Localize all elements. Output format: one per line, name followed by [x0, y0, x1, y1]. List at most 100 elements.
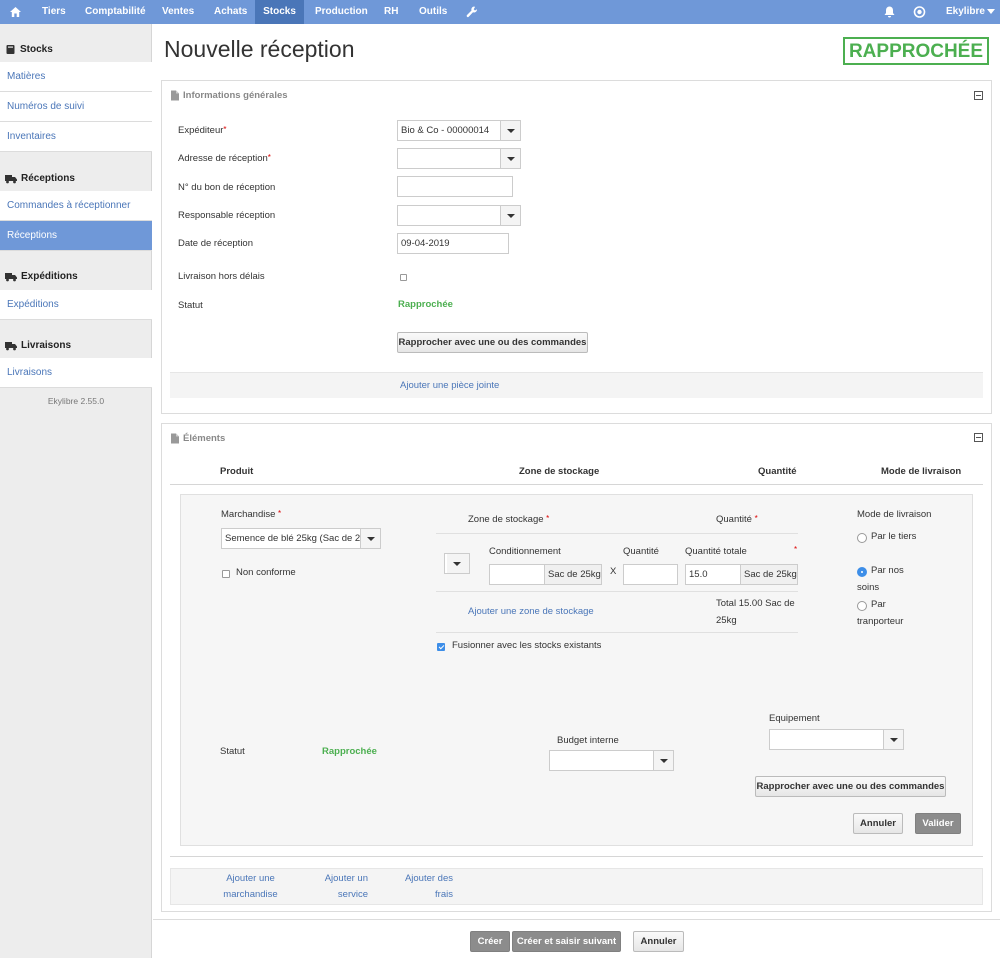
- storage-zone-select[interactable]: [444, 553, 470, 574]
- nav-stocks[interactable]: Stocks: [255, 0, 304, 24]
- cancel-button[interactable]: Annuler: [633, 931, 684, 952]
- quantity-input[interactable]: [623, 564, 678, 585]
- chevron-down-icon[interactable]: [653, 751, 673, 770]
- status-value: Rapprochée: [398, 299, 453, 310]
- internal-budget-label: Budget interne: [557, 735, 619, 746]
- add-fees-link[interactable]: Ajouter des frais: [401, 871, 453, 903]
- truck-icon: [5, 174, 17, 183]
- match-orders-button[interactable]: Rapprocher avec une ou des commandes: [397, 332, 588, 353]
- bell-icon[interactable]: [883, 0, 896, 24]
- delivery-option-transporteur: Par tranporteur: [857, 599, 904, 627]
- add-attachment-link[interactable]: Ajouter une pièce jointe: [400, 380, 499, 391]
- panel-header: Informations générales: [170, 90, 288, 101]
- reception-date-label: Date de réception: [178, 238, 253, 249]
- app-version: Ekylibre 2.55.0: [47, 396, 105, 406]
- sidebar-section-livraisons: Livraisons: [5, 340, 71, 351]
- add-merchandise-link[interactable]: Ajouter une marchandise: [218, 871, 283, 903]
- sidebar-section-title: Stocks: [20, 44, 53, 55]
- nav-production[interactable]: Production: [315, 0, 368, 24]
- sidebar: Stocks Matières Numéros de suivi Inventa…: [0, 24, 152, 958]
- divider: [436, 632, 798, 633]
- panel-header: Éléments: [170, 433, 225, 444]
- globe-icon[interactable]: [913, 0, 926, 24]
- attachment-bar: [170, 372, 983, 398]
- nav-outils[interactable]: Outils: [419, 0, 447, 24]
- collapse-icon[interactable]: [974, 433, 983, 442]
- sidebar-section-stocks: Stocks: [5, 44, 53, 55]
- sidebar-item-receptions[interactable]: Réceptions: [0, 221, 152, 251]
- item-cancel-button[interactable]: Annuler: [853, 813, 903, 834]
- sidebar-section-title: Réceptions: [21, 173, 75, 184]
- header-storage-zone: Zone de stockage: [519, 466, 600, 477]
- chevron-down-icon[interactable]: [360, 529, 380, 548]
- collapse-icon[interactable]: [974, 91, 983, 100]
- truck-icon: [5, 272, 17, 281]
- sidebar-item-livraisons[interactable]: Livraisons: [0, 358, 152, 388]
- chevron-down-icon[interactable]: [500, 121, 520, 140]
- item-status-label: Statut: [220, 746, 245, 757]
- total-quantity-input[interactable]: 15.0: [686, 565, 741, 584]
- wrench-icon[interactable]: [465, 0, 478, 24]
- general-info-panel: Informations générales: [161, 80, 992, 414]
- item-match-orders-button[interactable]: Rapprocher avec une ou des commandes: [755, 776, 946, 797]
- equipment-select[interactable]: [769, 729, 904, 750]
- create-button[interactable]: Créer: [470, 931, 510, 952]
- add-storage-zone-link[interactable]: Ajouter une zone de stockage: [468, 606, 594, 617]
- sidebar-item-numeros-de-suivi[interactable]: Numéros de suivi: [0, 92, 152, 122]
- sidebar-section-expeditions: Expéditions: [5, 271, 78, 282]
- packaging-field[interactable]: Sac de 25kg: [489, 564, 602, 585]
- divider: [436, 591, 798, 592]
- packaging-unit: Sac de 25kg: [548, 569, 601, 580]
- non-conforme-checkbox[interactable]: [222, 570, 230, 578]
- address-select[interactable]: [397, 148, 521, 169]
- chevron-down-icon[interactable]: [500, 206, 520, 225]
- chevron-down-icon[interactable]: [883, 730, 903, 749]
- quantity-label: Quantité *: [716, 514, 758, 525]
- address-label: Adresse de réception*: [178, 153, 271, 164]
- merchandise-select[interactable]: Semence de blé 25kg (Sac de 25: [221, 528, 381, 549]
- nav-achats[interactable]: Achats: [214, 0, 247, 24]
- caret-down-icon: [986, 8, 995, 14]
- sender-select[interactable]: Bio & Co - 00000014: [397, 120, 521, 141]
- storage-zone-label: Zone de stockage *: [468, 514, 550, 525]
- home-icon[interactable]: [9, 0, 22, 24]
- reception-date-input[interactable]: 09-04-2019: [397, 233, 509, 254]
- sidebar-item-matieres[interactable]: Matières: [0, 62, 152, 92]
- item-validate-button[interactable]: Valider: [915, 813, 961, 834]
- reception-number-input[interactable]: [397, 176, 513, 197]
- nav-tiers[interactable]: Tiers: [42, 0, 66, 24]
- file-icon: [171, 90, 179, 101]
- header-quantity: Quantité: [758, 466, 797, 477]
- sidebar-item-commandes-a-receptionner[interactable]: Commandes à réceptionner: [0, 191, 152, 221]
- internal-budget-select[interactable]: [549, 750, 674, 771]
- chevron-down-icon[interactable]: [447, 554, 469, 573]
- packaging-label: Conditionnement: [489, 546, 561, 557]
- user-menu[interactable]: Ekylibre: [946, 0, 995, 24]
- nav-ventes[interactable]: Ventes: [162, 0, 194, 24]
- packaging-input[interactable]: [490, 565, 545, 584]
- chevron-down-icon[interactable]: [500, 149, 520, 168]
- required-marker: *: [794, 545, 798, 554]
- merge-stocks-checkbox[interactable]: [437, 643, 445, 651]
- late-delivery-checkbox[interactable]: [400, 274, 407, 281]
- nav-rh[interactable]: RH: [384, 0, 398, 24]
- quantity-column-label: Quantité: [623, 546, 659, 557]
- sender-label: Expéditeur*: [178, 125, 227, 136]
- create-and-next-button[interactable]: Créer et saisir suivant: [512, 931, 621, 952]
- sidebar-item-expeditions[interactable]: Expéditions: [0, 290, 152, 320]
- sidebar-section-title: Expéditions: [21, 271, 78, 282]
- header-delivery-mode: Mode de livraison: [881, 466, 962, 477]
- responsible-label: Responsable réception: [178, 210, 276, 221]
- equipment-label: Equipement: [769, 713, 820, 724]
- nav-comptabilite[interactable]: Comptabilité: [85, 0, 146, 24]
- top-navbar: Tiers Comptabilité Ventes Achats Stocks …: [0, 0, 1000, 24]
- divider: [436, 533, 798, 534]
- sidebar-item-inventaires[interactable]: Inventaires: [0, 122, 152, 152]
- non-conforme-label: Non conforme: [236, 567, 296, 578]
- responsible-select[interactable]: [397, 205, 521, 226]
- total-quantity-field[interactable]: 15.0 Sac de 25kg: [685, 564, 798, 585]
- file-icon: [171, 433, 179, 444]
- merge-stocks-label: Fusionner avec les stocks existants: [452, 640, 602, 651]
- add-service-link[interactable]: Ajouter un service: [318, 871, 368, 903]
- multiply-sign: X: [610, 566, 617, 577]
